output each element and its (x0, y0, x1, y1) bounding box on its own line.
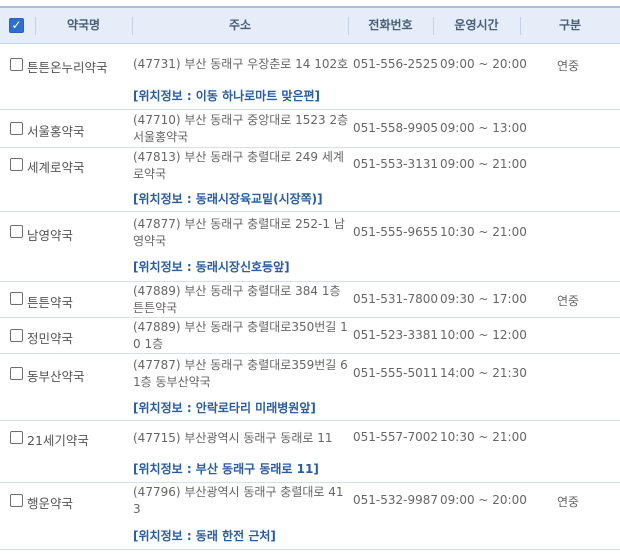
pharmacy-phone: 051-556-2525 (353, 57, 439, 71)
pharmacy-hours: 10:00 ~ 12:00 (440, 328, 527, 342)
location-info: [위치정보 : 이동 하나로마트 맞은편] (133, 89, 321, 103)
row-checkbox[interactable] (10, 158, 23, 171)
pharmacy-hours: 09:30 ~ 17:00 (440, 292, 527, 306)
location-info: [위치정보 : 동래 한전 근처] (133, 529, 276, 543)
pharmacy-address: (47731) 부산 동래구 우장춘로 14 102호 (133, 57, 349, 71)
pharmacy-table: ✓ 약국명 주소 전화번호 운영시간 구분 튼튼온누리약국 (47731) 부산… (0, 0, 620, 555)
table-row: 튼튼약국 (47889) 부산 동래구 충렬대로 384 1층 튼튼약국 051… (0, 282, 620, 318)
pharmacy-hours: 14:00 ~ 21:30 (440, 366, 527, 380)
pharmacy-phone: 051-555-5011 (353, 366, 439, 380)
pharmacy-hours: 09:00 ~ 13:00 (440, 121, 527, 135)
pharmacy-hours: 10:30 ~ 21:00 (440, 225, 527, 239)
table-row: 동부산약국 (47787) 부산 동래구 충렬대로359번길 6 1층 동부산약… (0, 354, 620, 421)
pharmacy-phone: 051-531-7800 (353, 292, 439, 306)
pharmacy-name: 남영약국 (27, 228, 74, 243)
pharmacy-name: 튼튼약국 (27, 295, 74, 310)
table-row: 21세기약국 (47715) 부산광역시 동래구 동래로 11 051-557-… (0, 421, 620, 483)
pharmacy-address: (47889) 부산 동래구 충렬대로 384 1층 튼튼약국 (133, 284, 341, 315)
header-phone: 전화번호 (368, 18, 413, 32)
row-checkbox[interactable] (10, 225, 23, 238)
pharmacy-name: 서울홍약국 (27, 124, 85, 139)
row-checkbox[interactable] (10, 431, 23, 444)
header-hours: 운영시간 (454, 18, 499, 32)
pharmacy-name: 동부산약국 (27, 369, 85, 384)
table-row: 정민약국 (47889) 부산 동래구 충렬대로350번길 10 1층 051-… (0, 318, 620, 354)
header-address: 주소 (228, 18, 252, 32)
pharmacy-name: 행운약국 (27, 496, 74, 511)
table-row: 세계로약국 (47813) 부산 동래구 충렬대로 249 세계로약국 051-… (0, 148, 620, 212)
pharmacy-type: 연중 (557, 495, 580, 509)
pharmacy-hours: 09:00 ~ 20:00 (440, 57, 527, 71)
pharmacy-hours: 09:00 ~ 20:00 (440, 493, 527, 507)
row-checkbox[interactable] (10, 494, 23, 507)
pharmacy-phone: 051-555-9655 (353, 225, 439, 239)
location-info: [위치정보 : 안락로타리 미래병원앞] (133, 401, 316, 415)
select-all-checkbox[interactable]: ✓ (9, 18, 24, 33)
row-checkbox[interactable] (10, 329, 23, 342)
pharmacy-name: 세계로약국 (27, 160, 85, 175)
pharmacy-phone: 051-532-9987 (353, 493, 439, 507)
table-row: 남영약국 (47877) 부산 동래구 충렬대로 252-1 남영약국 051-… (0, 212, 620, 282)
row-checkbox[interactable] (10, 122, 23, 135)
pharmacy-name: 정민약국 (27, 331, 74, 346)
pharmacy-phone: 051-557-7002 (353, 430, 439, 444)
row-checkbox[interactable] (10, 292, 23, 305)
pharmacy-phone: 051-553-3131 (353, 157, 439, 171)
table-row: 서울홍약국 (47710) 부산 동래구 중앙대로 1523 2층 서울홍약국 … (0, 110, 620, 148)
pharmacy-address: (47710) 부산 동래구 중앙대로 1523 2층 서울홍약국 (133, 113, 349, 144)
header-type: 구분 (558, 18, 582, 32)
row-checkbox[interactable] (10, 58, 23, 71)
table-row: 행운약국 (47796) 부산광역시 동래구 충렬대로 413 051-532-… (0, 483, 620, 550)
pharmacy-type: 연중 (557, 59, 580, 73)
location-info: [위치정보 : 동래시장육교밑(시장쪽)] (133, 192, 323, 206)
pharmacy-name: 튼튼온누리약국 (27, 60, 108, 75)
pharmacy-address: (47715) 부산광역시 동래구 동래로 11 (133, 431, 333, 445)
pharmacy-address: (47796) 부산광역시 동래구 충렬대로 413 (133, 485, 344, 516)
table-row: 튼튼온누리약국 (47731) 부산 동래구 우장춘로 14 102호 051-… (0, 44, 620, 110)
location-info: [위치정보 : 동래시장신호등앞] (133, 260, 290, 274)
pharmacy-address: (47787) 부산 동래구 충렬대로359번길 6 1층 동부산약국 (133, 358, 348, 389)
pharmacy-phone: 051-523-3381 (353, 328, 439, 342)
row-checkbox[interactable] (10, 367, 23, 380)
pharmacy-hours: 10:30 ~ 21:00 (440, 430, 527, 444)
pharmacy-phone: 051-558-9905 (353, 121, 439, 135)
pharmacy-address: (47889) 부산 동래구 충렬대로350번길 10 1층 (133, 320, 348, 351)
pharmacy-type: 연중 (557, 294, 580, 308)
table-header: ✓ 약국명 주소 전화번호 운영시간 구분 (0, 6, 620, 44)
pharmacy-address: (47813) 부산 동래구 충렬대로 249 세계로약국 (133, 150, 344, 181)
pharmacy-hours: 09:00 ~ 21:00 (440, 157, 527, 171)
pharmacy-name: 21세기약국 (27, 433, 89, 448)
header-name: 약국명 (66, 18, 101, 32)
pharmacy-address: (47877) 부산 동래구 충렬대로 252-1 남영약국 (133, 217, 345, 248)
location-info: [위치정보 : 부산 동래구 동래로 11] (133, 462, 319, 476)
